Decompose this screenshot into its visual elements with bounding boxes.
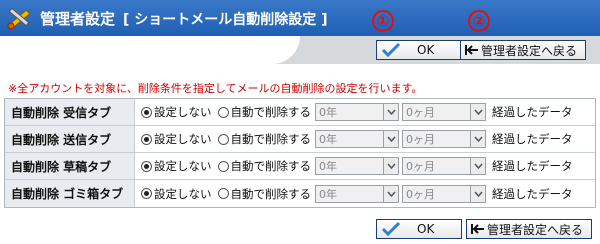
check-icon [381,221,401,237]
back-arrow-icon [465,45,478,55]
months-select[interactable]: 0ヶ月 [402,130,486,148]
months-select[interactable]: 0ヶ月 [402,184,486,203]
radio-none-label: 設定しない [154,159,212,173]
radio-auto-label: 自動で削除する [230,159,312,173]
chevron-down-icon [470,131,485,147]
elapsed-label: 経過したデータ [492,159,573,173]
months-select[interactable]: 0ヶ月 [402,103,486,121]
table-row: 自動削除 ゴミ箱タブ 設定しない 自動で削除する 0年 0ヶ月 経過したデータ [5,180,595,207]
radio-none[interactable] [141,133,152,145]
back-label: 管理者設定へ戻る [481,43,578,58]
radio-auto[interactable] [217,106,229,118]
chevron-down-icon [470,104,485,120]
years-select-value: 0年 [319,106,337,119]
back-label: 管理者設定へ戻る [487,222,584,237]
radio-none-label: 設定しない [154,186,212,201]
row-label: 自動削除 送信タブ [5,126,135,152]
radio-none-label: 設定しない [154,132,212,146]
auto-delete-settings-table: 自動削除 受信タブ 設定しない 自動で削除する 0年 0ヶ月 経過したデータ 自… [4,98,596,208]
chevron-down-icon [470,185,485,202]
years-select-value: 0年 [319,133,337,146]
chevron-down-icon [383,104,398,120]
radio-auto-label: 自動で削除する [230,186,312,201]
radio-auto[interactable] [217,133,229,145]
radio-auto-label: 自動で削除する [230,105,312,119]
radio-none[interactable] [141,160,152,172]
months-select-value: 0ヶ月 [406,106,435,119]
months-select-value: 0ヶ月 [406,187,435,201]
back-arrow-icon [471,224,484,234]
years-select[interactable]: 0年 [315,130,399,148]
radio-group: 設定しない 自動で削除する [141,186,311,202]
months-select-value: 0ヶ月 [406,133,435,146]
radio-none[interactable] [141,106,152,118]
table-row: 自動削除 受信タブ 設定しない 自動で削除する 0年 0ヶ月 経過したデータ [5,99,595,126]
check-icon [381,42,401,58]
radio-auto[interactable] [217,188,229,199]
ok-button-top[interactable]: OK [376,40,462,60]
radio-group: 設定しない 自動で削除する [141,104,311,120]
radio-none[interactable] [141,188,152,199]
elapsed-label: 経過したデータ [492,105,573,119]
months-select[interactable]: 0ヶ月 [402,157,486,175]
table-row: 自動削除 送信タブ 設定しない 自動で削除する 0年 0ヶ月 経過したデータ [5,126,595,153]
row-label: 自動削除 ゴミ箱タブ [5,180,135,207]
years-select[interactable]: 0年 [315,184,399,203]
radio-group: 設定しない 自動で削除する [141,131,311,147]
notice-text: ※全アカウントを対象に、削除条件を指定してメールの自動削除の設定を行います。 [8,82,423,95]
radio-group: 設定しない 自動で削除する [141,158,311,174]
elapsed-label: 経過したデータ [492,186,573,201]
annotation-marker-1: ① [372,10,394,32]
years-select-value: 0年 [319,187,337,201]
chevron-down-icon [470,158,485,174]
years-select-value: 0年 [319,160,337,173]
chevron-down-icon [383,131,398,147]
elapsed-label: 経過したデータ [492,132,573,146]
years-select[interactable]: 0年 [315,157,399,175]
back-to-admin-button-top[interactable]: 管理者設定へ戻る [460,40,586,60]
row-label: 自動削除 受信タブ [5,99,135,125]
page-header: 管理者設定[ ショートメール自動削除設定 ] [0,0,600,36]
years-select[interactable]: 0年 [315,103,399,121]
annotation-marker-2: ② [468,10,490,32]
toolbar-band-curve [0,36,300,64]
ok-label: OK [417,43,435,57]
ok-label: OK [417,222,435,236]
page-title: 管理者設定[ ショートメール自動削除設定 ] [40,10,328,28]
radio-auto[interactable] [217,160,229,172]
table-row: 自動削除 草稿タブ 設定しない 自動で削除する 0年 0ヶ月 経過したデータ [5,153,595,180]
row-label: 自動削除 草稿タブ [5,153,135,179]
radio-auto-label: 自動で削除する [230,132,312,146]
months-select-value: 0ヶ月 [406,160,435,173]
chevron-down-icon [383,158,398,174]
chevron-down-icon [383,185,398,202]
tools-icon [7,7,31,30]
page-subtitle: [ ショートメール自動削除設定 ] [123,12,328,28]
radio-none-label: 設定しない [154,105,212,119]
back-to-admin-button-bottom[interactable]: 管理者設定へ戻る [466,219,592,239]
ok-button-bottom[interactable]: OK [376,219,462,239]
